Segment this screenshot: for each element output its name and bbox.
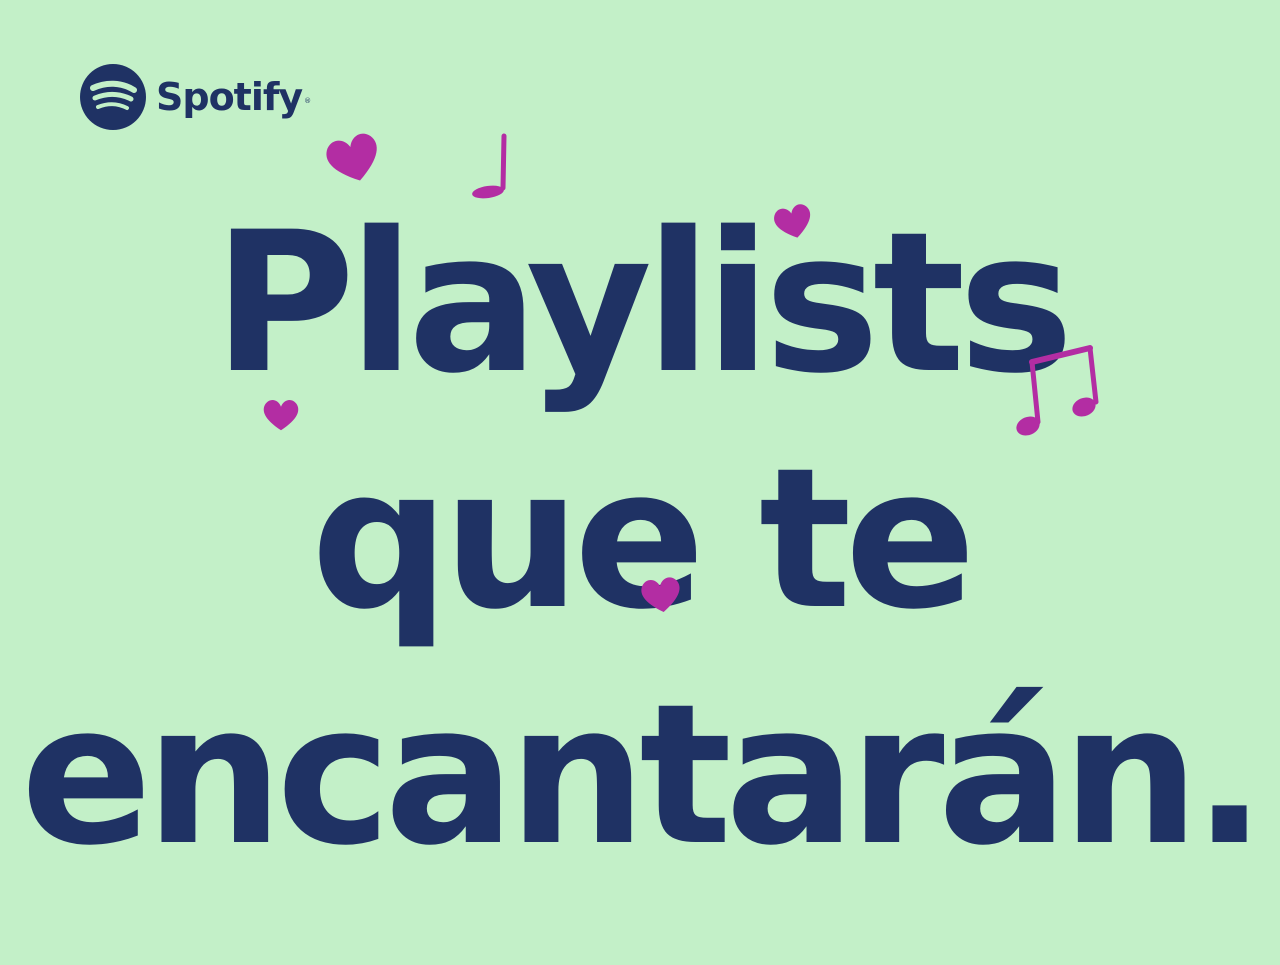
spotify-brand: Spotify ® [80,64,312,130]
heart-icon [326,133,377,181]
headline-line-3: encantarán. [20,662,1267,888]
brand-name: Spotify ® [156,75,312,119]
heart-icon [641,577,680,612]
headline-line-2: que te [310,426,976,652]
heart-icon [263,400,299,431]
music-note-icon [472,133,507,199]
spotify-logo-icon [80,64,146,130]
beamed-music-notes-icon [1016,345,1099,436]
heart-icon [774,204,811,238]
headline: Playlists que te encantarán. [0,185,1280,893]
registered-mark: ® [304,97,312,105]
